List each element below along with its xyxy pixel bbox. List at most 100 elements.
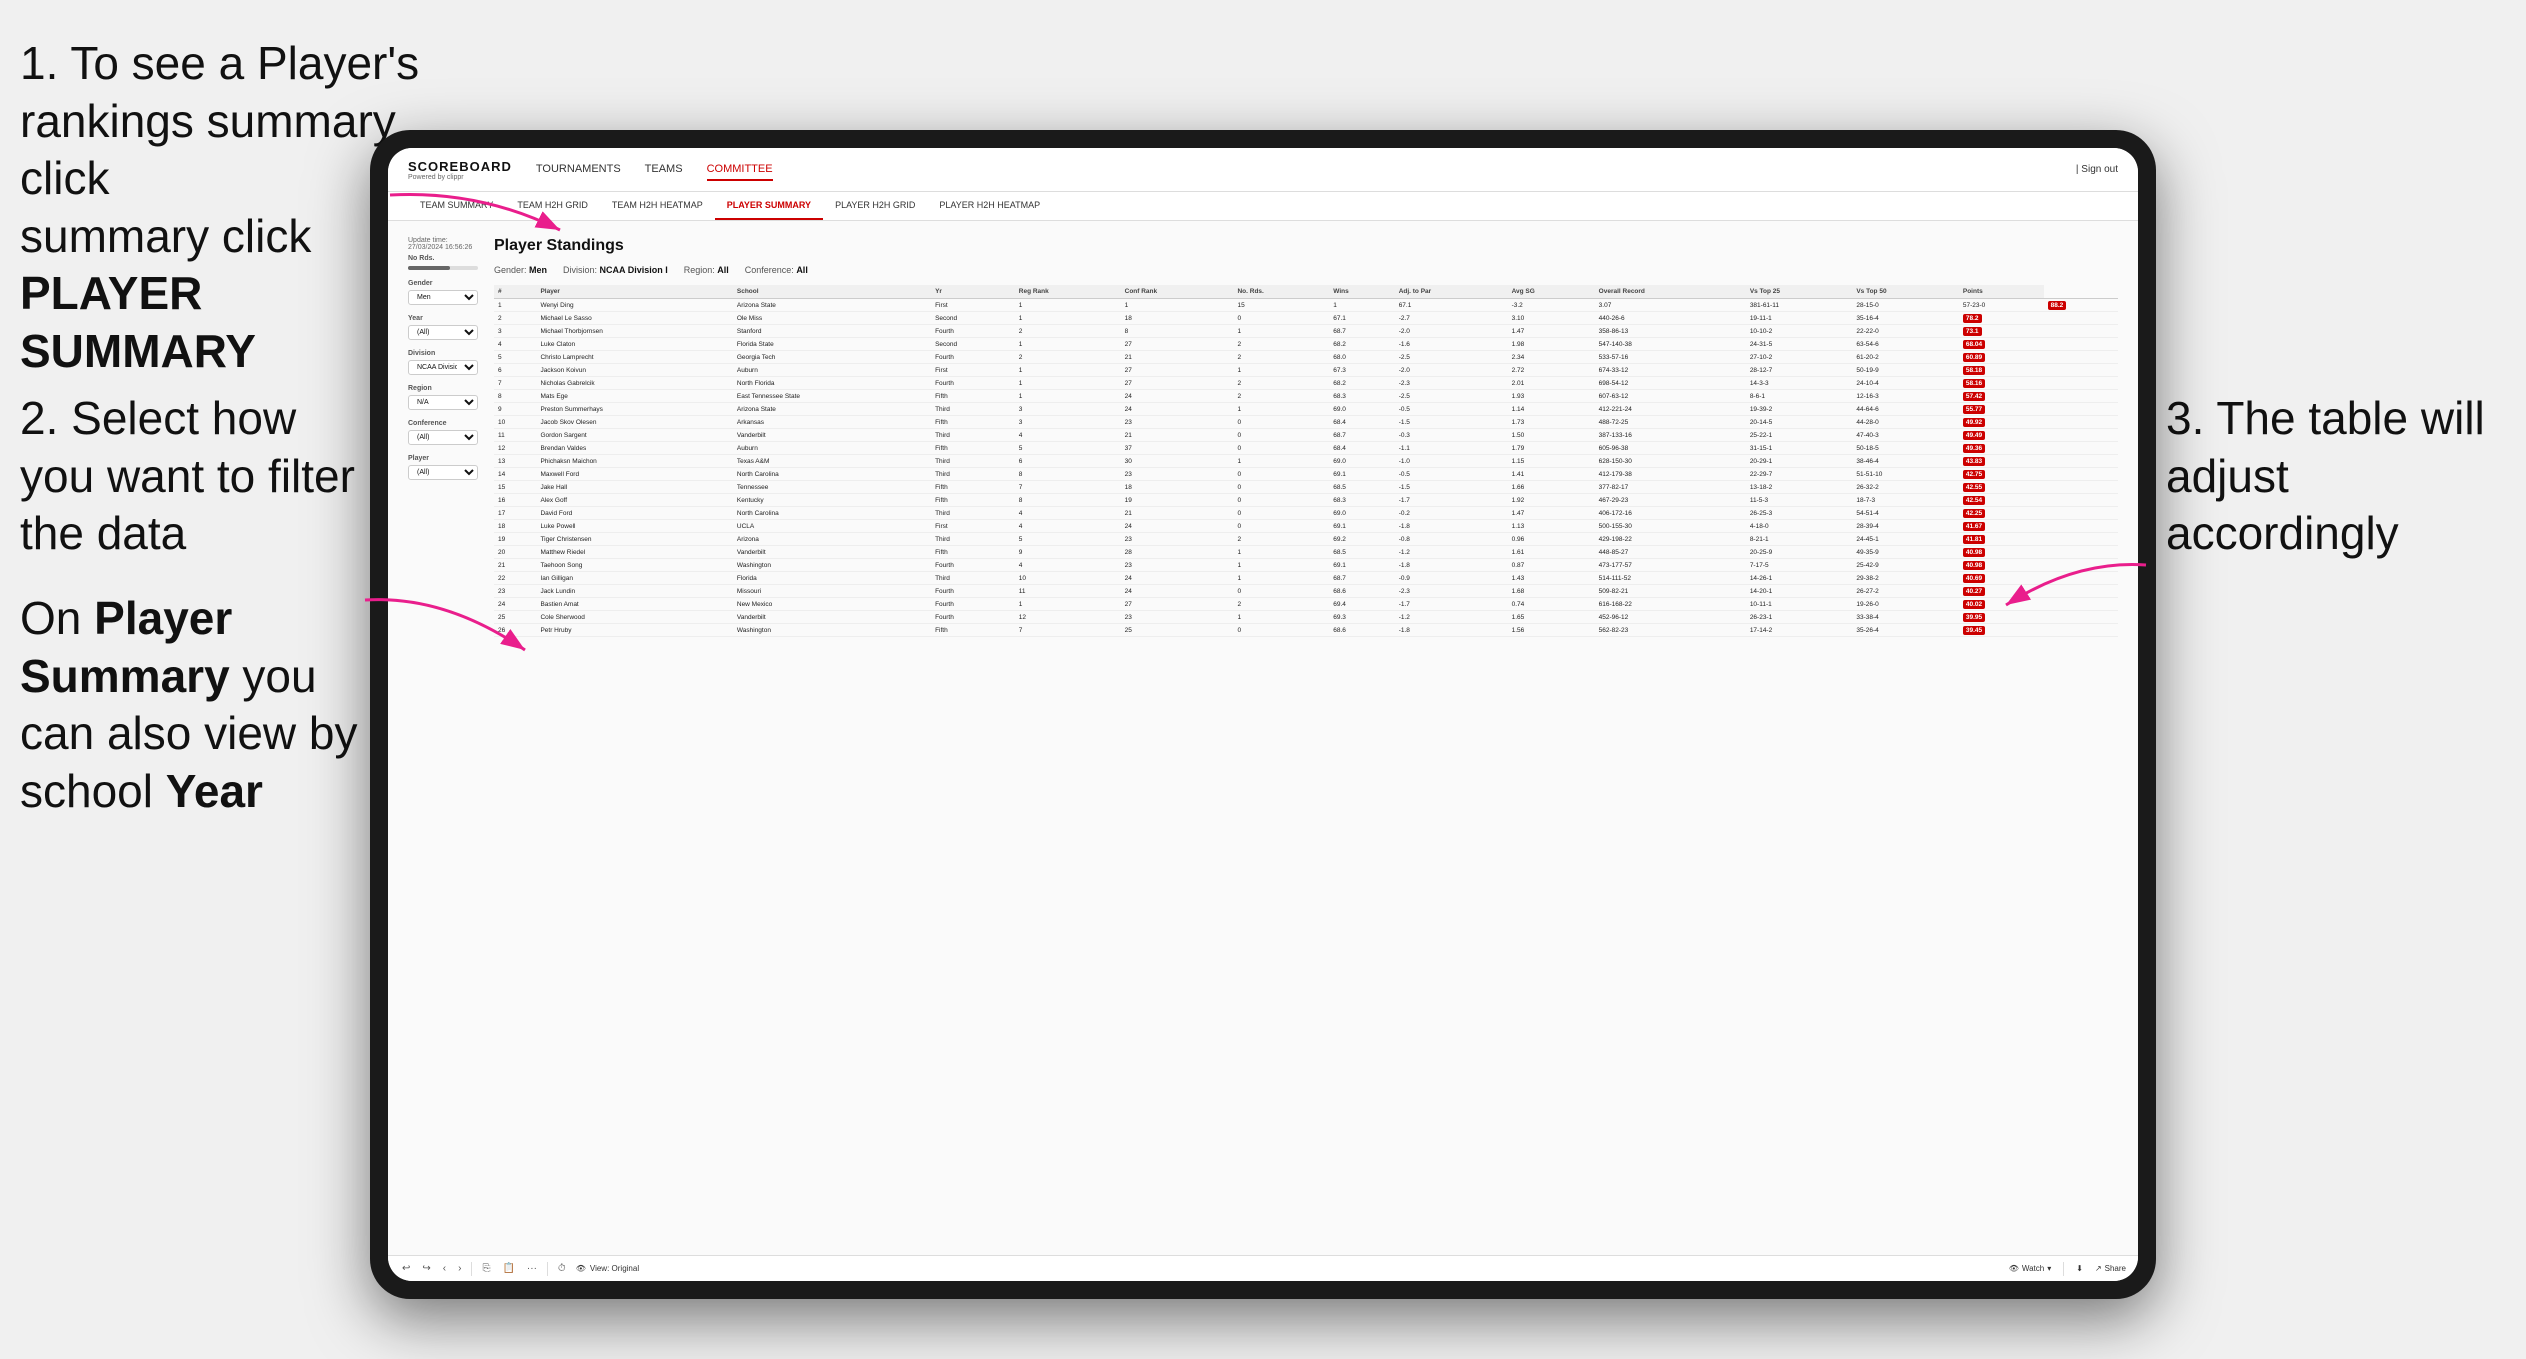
tablet-screen: SCOREBOARD Powered by clippr TOURNAMENTS… bbox=[388, 148, 2138, 1281]
table-cell: 13-18-2 bbox=[1746, 481, 1853, 494]
table-cell: 57-23-0 bbox=[1959, 299, 2044, 312]
table-cell: 68.6 bbox=[1329, 624, 1394, 637]
download-action[interactable]: ⬇ bbox=[2076, 1264, 2083, 1273]
nav-item-tournaments[interactable]: TOURNAMENTS bbox=[536, 159, 621, 181]
watch-action[interactable]: 👁 Watch ▾ bbox=[2009, 1264, 2052, 1273]
region-select[interactable]: N/A bbox=[408, 395, 478, 410]
col-no-rds: No. Rds. bbox=[1233, 285, 1329, 299]
table-cell: 8-6-1 bbox=[1746, 390, 1853, 403]
undo-btn[interactable]: ↩ bbox=[400, 1261, 412, 1276]
subnav-player-summary[interactable]: PLAYER SUMMARY bbox=[715, 192, 823, 220]
redo-btn[interactable]: ↪ bbox=[420, 1261, 432, 1276]
col-vs-top50: Vs Top 50 bbox=[1852, 285, 1959, 299]
table-cell: 0.74 bbox=[1508, 598, 1595, 611]
nav-item-committee[interactable]: COMMITTEE bbox=[707, 159, 773, 181]
table-cell: 23 bbox=[1121, 533, 1234, 546]
points-value: 39.45 bbox=[1963, 626, 1985, 635]
table-cell: 387-133-16 bbox=[1595, 429, 1746, 442]
table-cell: 44-28-0 bbox=[1852, 416, 1959, 429]
paste-btn[interactable]: 📋 bbox=[500, 1261, 516, 1276]
subnav-team-h2h-heatmap[interactable]: TEAM H2H HEATMAP bbox=[600, 192, 715, 220]
table-cell: 68.4 bbox=[1329, 416, 1394, 429]
nav-right: | Sign out bbox=[2076, 164, 2118, 175]
table-cell: 1 bbox=[1015, 299, 1121, 312]
table-cell: 0 bbox=[1233, 624, 1329, 637]
filter-player: Player (All) bbox=[408, 455, 478, 480]
toolbar-sep-2 bbox=[547, 1262, 548, 1276]
table-cell: 2 bbox=[1233, 377, 1329, 390]
table-cell: 1 bbox=[1015, 390, 1121, 403]
player-select[interactable]: (All) bbox=[408, 465, 478, 480]
table-cell: 5 bbox=[1015, 533, 1121, 546]
table-cell: 10 bbox=[494, 416, 536, 429]
table-cell: 11 bbox=[1015, 585, 1121, 598]
year-select[interactable]: (All) bbox=[408, 325, 478, 340]
table-row: 14Maxwell FordNorth CarolinaThird823069.… bbox=[494, 468, 2118, 481]
table-cell: 22 bbox=[494, 572, 536, 585]
table-cell: 69.0 bbox=[1329, 507, 1394, 520]
table-cell: Jake Hall bbox=[536, 481, 732, 494]
table-cell: 28-15-0 bbox=[1852, 299, 1959, 312]
table-cell: 7-17-5 bbox=[1746, 559, 1853, 572]
table-cell: 1 bbox=[1233, 403, 1329, 416]
conference-select[interactable]: (All) bbox=[408, 430, 478, 445]
table-cell: 2 bbox=[1233, 598, 1329, 611]
nav-items: TOURNAMENTS TEAMS COMMITTEE bbox=[536, 159, 2076, 181]
clock-btn[interactable]: ⏱ bbox=[556, 1261, 568, 1276]
col-wins: Wins bbox=[1329, 285, 1394, 299]
table-cell: Alex Goff bbox=[536, 494, 732, 507]
table-cell: 55.77 bbox=[1959, 403, 2044, 416]
table-cell: Brendan Valdes bbox=[536, 442, 732, 455]
nav-item-teams[interactable]: TEAMS bbox=[645, 159, 683, 181]
view-label[interactable]: View: Original bbox=[590, 1264, 639, 1273]
table-cell: Auburn bbox=[733, 442, 931, 455]
table-cell: 23 bbox=[1121, 468, 1234, 481]
table-cell: 2 bbox=[1015, 351, 1121, 364]
table-cell: 24 bbox=[1121, 572, 1234, 585]
dots-btn[interactable]: ··· bbox=[525, 1261, 539, 1276]
table-cell: 1.47 bbox=[1508, 507, 1595, 520]
share-action[interactable]: ↗ Share bbox=[2095, 1264, 2126, 1273]
no-rds-slider[interactable] bbox=[408, 266, 478, 270]
subnav-player-h2h-grid[interactable]: PLAYER H2H GRID bbox=[823, 192, 927, 220]
table-cell: 0 bbox=[1233, 585, 1329, 598]
table-cell: 20-25-9 bbox=[1746, 546, 1853, 559]
table-cell: Fourth bbox=[931, 611, 1015, 624]
toolbar-sep-3 bbox=[2063, 1262, 2064, 1276]
table-cell: 51-51-10 bbox=[1852, 468, 1959, 481]
table-cell: Wenyi Ding bbox=[536, 299, 732, 312]
points-value: 42.54 bbox=[1963, 496, 1985, 505]
table-cell: 2 bbox=[1233, 338, 1329, 351]
points-value: 42.75 bbox=[1963, 470, 1985, 479]
section-title: Player Standings bbox=[494, 237, 2118, 255]
table-cell: 1.41 bbox=[1508, 468, 1595, 481]
gender-filter-display: Gender: Men bbox=[494, 265, 547, 275]
table-cell: 1.61 bbox=[1508, 546, 1595, 559]
col-yr: Yr bbox=[931, 285, 1015, 299]
table-cell: 19 bbox=[1121, 494, 1234, 507]
table-cell: 37 bbox=[1121, 442, 1234, 455]
table-cell: 2.01 bbox=[1508, 377, 1595, 390]
sign-out-link[interactable]: | Sign out bbox=[2076, 164, 2118, 175]
table-cell: -0.5 bbox=[1395, 403, 1508, 416]
table-cell: Ian Gilligan bbox=[536, 572, 732, 585]
table-cell: 20-14-5 bbox=[1746, 416, 1853, 429]
subnav-player-h2h-heatmap[interactable]: PLAYER H2H HEATMAP bbox=[927, 192, 1052, 220]
logo-sub: Powered by clippr bbox=[408, 174, 512, 181]
division-select[interactable]: NCAA Division I bbox=[408, 360, 478, 375]
back-btn[interactable]: ‹ bbox=[441, 1261, 448, 1276]
table-cell: 514-111-52 bbox=[1595, 572, 1746, 585]
table-cell: Matthew Riedel bbox=[536, 546, 732, 559]
table-cell: 1 bbox=[1015, 364, 1121, 377]
table-row: 21Taehoon SongWashingtonFourth423169.1-1… bbox=[494, 559, 2118, 572]
copy-btn[interactable]: ⎘ bbox=[480, 1261, 492, 1276]
instruction-1-text: 1. To see a Player's rankings summary cl… bbox=[20, 37, 419, 204]
table-cell: Fifth bbox=[931, 546, 1015, 559]
table-cell: 42.55 bbox=[1959, 481, 2044, 494]
table-cell: 42.54 bbox=[1959, 494, 2044, 507]
table-cell: 1.79 bbox=[1508, 442, 1595, 455]
table-cell: 9 bbox=[494, 403, 536, 416]
forward-btn[interactable]: › bbox=[456, 1261, 463, 1276]
points-value: 49.36 bbox=[1963, 444, 1985, 453]
gender-select[interactable]: Men bbox=[408, 290, 478, 305]
